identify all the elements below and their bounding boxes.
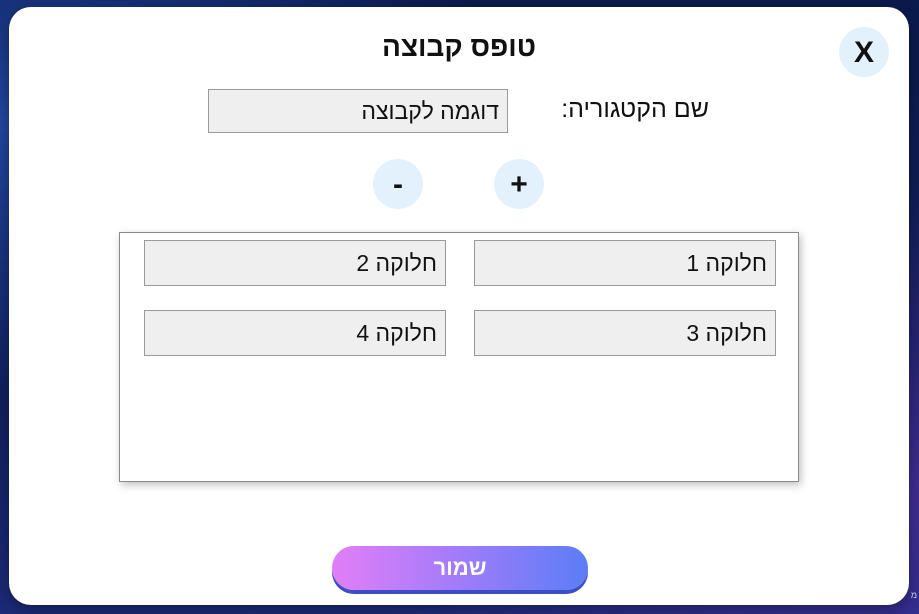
groups-container (119, 232, 799, 482)
remove-group-button[interactable]: - (373, 159, 423, 209)
group-input-3[interactable] (474, 310, 776, 356)
add-group-button[interactable]: + (494, 159, 544, 209)
background-corner-text: מ (910, 590, 917, 600)
group-form-modal: טופס קבוצה X שם הקטגוריה: - + שמור (9, 7, 909, 605)
category-name-label: שם הקטגוריה: (561, 95, 709, 123)
group-input-4[interactable] (144, 310, 446, 356)
group-input-2[interactable] (144, 240, 446, 286)
category-name-input[interactable] (208, 89, 508, 133)
group-input-1[interactable] (474, 240, 776, 286)
modal-title: טופס קבוצה (382, 31, 536, 62)
close-button[interactable]: X (839, 27, 889, 77)
save-button[interactable]: שמור (332, 546, 588, 590)
